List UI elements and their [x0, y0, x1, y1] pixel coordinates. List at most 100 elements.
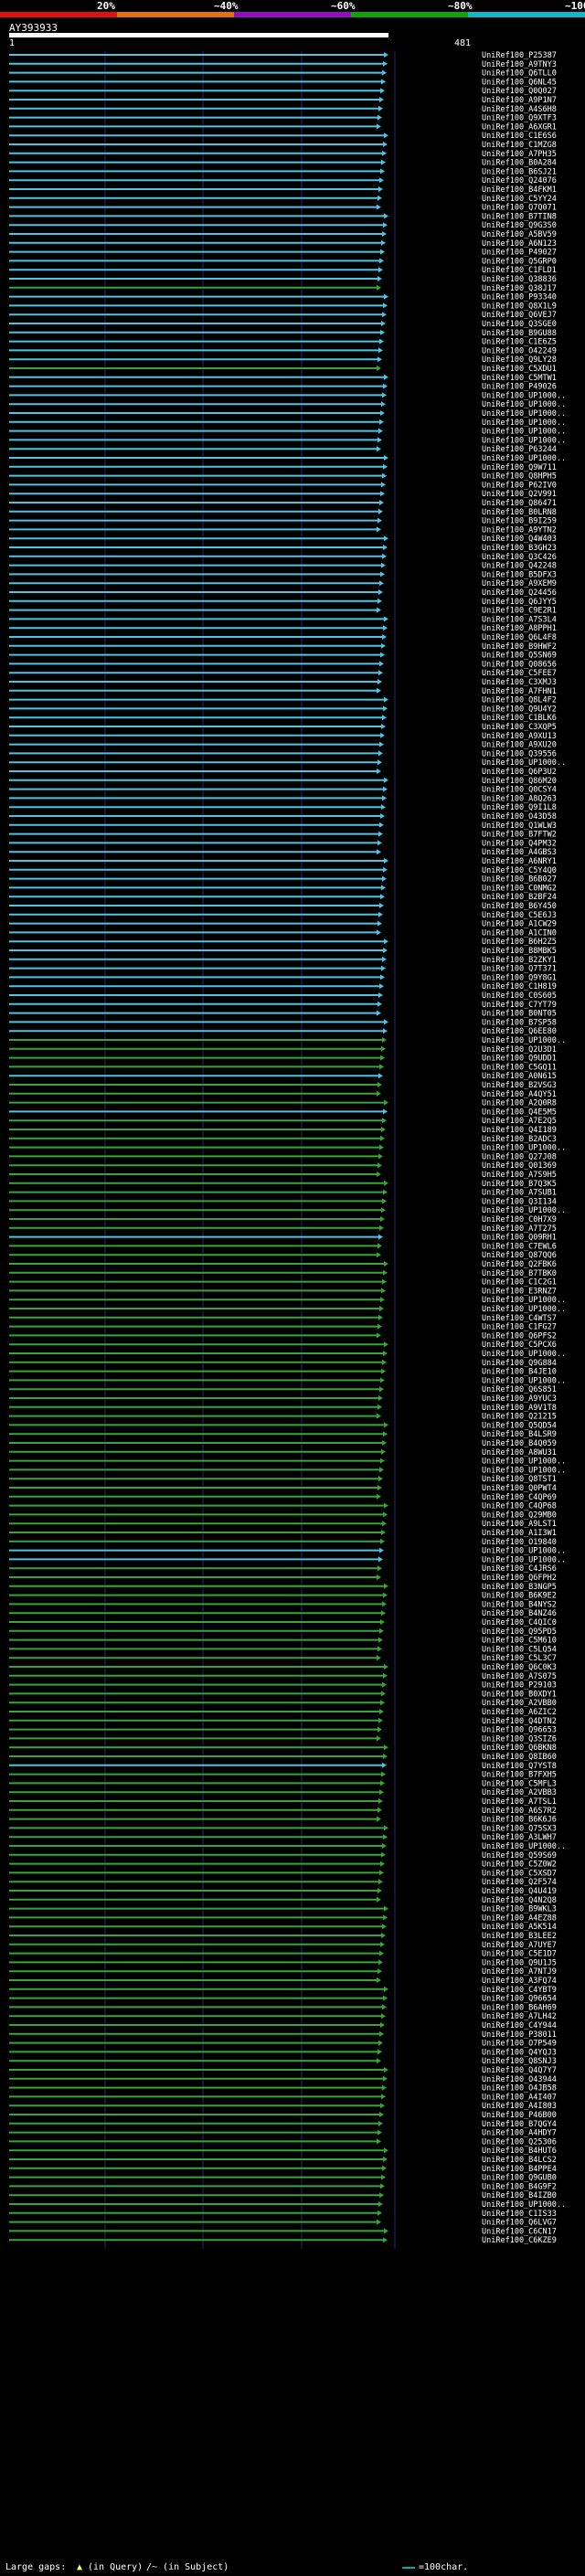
- hit-row[interactable]: UniRef100_UP1000..: [9, 391, 566, 400]
- hit-row[interactable]: UniRef100_Q4I189: [9, 1126, 557, 1135]
- hit-row[interactable]: UniRef100_B4NZ46: [9, 1609, 557, 1618]
- hit-row[interactable]: UniRef100_Q24456: [9, 588, 557, 598]
- hit-row[interactable]: UniRef100_E3RNZ7: [9, 1287, 557, 1296]
- hit-row[interactable]: UniRef100_A7PH35: [9, 150, 557, 159]
- hit-row[interactable]: UniRef100_B6K9E2: [9, 1592, 557, 1601]
- hit-row[interactable]: UniRef100_A4EZ88: [9, 1913, 557, 1923]
- hit-row[interactable]: UniRef100_Q8TST1: [9, 1475, 557, 1484]
- hit-row[interactable]: UniRef100_B9GU88: [9, 329, 557, 338]
- hit-row[interactable]: UniRef100_P93340: [9, 293, 557, 302]
- hit-row[interactable]: UniRef100_B3GH23: [9, 544, 557, 553]
- hit-row[interactable]: UniRef100_C3XMJ3: [9, 678, 557, 687]
- hit-row[interactable]: UniRef100_Q6S851: [9, 1385, 557, 1394]
- hit-row[interactable]: UniRef100_P29103: [9, 1681, 557, 1691]
- hit-row[interactable]: UniRef100_B0A284: [9, 159, 557, 168]
- hit-row[interactable]: UniRef100_Q5QD54: [9, 1421, 557, 1430]
- hit-row[interactable]: UniRef100_Q9UDD1: [9, 1055, 557, 1064]
- hit-row[interactable]: UniRef100_A8WU31: [9, 1448, 557, 1458]
- hit-row[interactable]: UniRef100_B0LRN8: [9, 508, 557, 517]
- hit-row[interactable]: UniRef100_O42249: [9, 346, 557, 355]
- hit-row[interactable]: UniRef100_C3XQP5: [9, 723, 557, 732]
- hit-row[interactable]: UniRef100_B9I259: [9, 517, 557, 526]
- hit-row[interactable]: UniRef100_O19840: [9, 1538, 557, 1547]
- hit-row[interactable]: UniRef100_UP1000..: [9, 1036, 566, 1045]
- hit-row[interactable]: UniRef100_B7TIN8: [9, 212, 557, 221]
- hit-row[interactable]: UniRef100_A7NTJ9: [9, 1967, 557, 1977]
- hit-row[interactable]: UniRef100_B7FTW2: [9, 831, 557, 840]
- hit-row[interactable]: UniRef100_UP1000..: [9, 1206, 566, 1215]
- hit-row[interactable]: UniRef100_Q27J08: [9, 1152, 557, 1161]
- hit-row[interactable]: UniRef100_C5PCX6: [9, 1341, 557, 1350]
- hit-row[interactable]: UniRef100_A3LWH7: [9, 1833, 557, 1842]
- hit-row[interactable]: UniRef100_P38011: [9, 2030, 557, 2040]
- hit-row[interactable]: UniRef100_Q4E5M5: [9, 1108, 557, 1117]
- hit-row[interactable]: UniRef100_Q25306: [9, 2137, 557, 2147]
- hit-row[interactable]: UniRef100_UP1000..: [9, 1296, 566, 1305]
- hit-row[interactable]: UniRef100_P46B00: [9, 2111, 557, 2120]
- hit-row[interactable]: UniRef100_Q9XTF3: [9, 114, 557, 123]
- hit-row[interactable]: UniRef100_Q4DTN2: [9, 1717, 557, 1726]
- hit-row[interactable]: UniRef100_C6KZE9: [9, 2236, 557, 2245]
- hit-row[interactable]: UniRef100_B2BF24: [9, 893, 557, 902]
- hit-row[interactable]: UniRef100_Q9Y8G1: [9, 973, 557, 982]
- hit-row[interactable]: UniRef100_C1MZG8: [9, 141, 557, 150]
- hit-row[interactable]: UniRef100_C1C2G1: [9, 1278, 557, 1288]
- hit-row[interactable]: UniRef100_B4LSR9: [9, 1430, 557, 1439]
- hit-row[interactable]: UniRef100_C5FEE7: [9, 669, 557, 678]
- hit-row[interactable]: UniRef100_Q5GRP0: [9, 257, 557, 266]
- hit-row[interactable]: UniRef100_P62IV0: [9, 481, 557, 490]
- hit-row[interactable]: UniRef100_Q6BKN8: [9, 1744, 557, 1753]
- hit-row[interactable]: UniRef100_B6Y450: [9, 902, 557, 911]
- hit-row[interactable]: UniRef100_UP1000..: [9, 1458, 566, 1467]
- hit-row[interactable]: UniRef100_C4QIC0: [9, 1618, 557, 1627]
- hit-row[interactable]: UniRef100_UP1000..: [9, 1555, 566, 1564]
- hit-row[interactable]: UniRef100_C5LQ54: [9, 1645, 557, 1654]
- hit-row[interactable]: UniRef100_Q9U1J5: [9, 1958, 557, 1967]
- hit-row[interactable]: UniRef100_A2VBB3: [9, 1788, 557, 1797]
- hit-row[interactable]: UniRef100_Q08656: [9, 660, 557, 669]
- hit-row[interactable]: UniRef100_P63244: [9, 445, 557, 454]
- hit-row[interactable]: UniRef100_C4QP68: [9, 1502, 557, 1511]
- hit-row[interactable]: UniRef100_A6NRY1: [9, 857, 557, 866]
- hit-row[interactable]: UniRef100_C1FLD1: [9, 266, 557, 275]
- hit-row[interactable]: UniRef100_Q8IB60: [9, 1753, 557, 1762]
- hit-row[interactable]: UniRef100_B0NT05: [9, 1010, 557, 1019]
- hit-row[interactable]: UniRef100_C5XDU1: [9, 365, 557, 374]
- hit-row[interactable]: UniRef100_C5Y4Q0: [9, 866, 557, 875]
- hit-row[interactable]: UniRef100_Q6P3U2: [9, 768, 557, 777]
- hit-row[interactable]: UniRef100_P25387: [9, 51, 557, 60]
- hit-row[interactable]: UniRef100_B4G9F2: [9, 2182, 557, 2191]
- hit-row[interactable]: UniRef100_B2ZKY1: [9, 956, 557, 965]
- hit-row[interactable]: UniRef100_UP1000..: [9, 428, 566, 437]
- hit-row[interactable]: UniRef100_O43944: [9, 2075, 557, 2084]
- hit-row[interactable]: UniRef100_C1BLK6: [9, 714, 557, 723]
- hit-row[interactable]: UniRef100_A4S6H8: [9, 105, 557, 114]
- hit-row[interactable]: UniRef100_B6B027: [9, 875, 557, 885]
- hit-row[interactable]: UniRef100_Q6C0K3: [9, 1663, 557, 1672]
- hit-row[interactable]: UniRef100_Q59S69: [9, 1851, 557, 1860]
- hit-row[interactable]: UniRef100_A3FQ74: [9, 1977, 557, 1986]
- hit-row[interactable]: UniRef100_A7SUB1: [9, 1189, 557, 1198]
- hit-row[interactable]: UniRef100_B4PPE4: [9, 2165, 557, 2174]
- hit-row[interactable]: UniRef100_Q6JYY5: [9, 598, 557, 607]
- hit-row[interactable]: UniRef100_Q8X1L9: [9, 302, 557, 311]
- hit-row[interactable]: UniRef100_UP1000..: [9, 1376, 566, 1385]
- hit-row[interactable]: UniRef100_C6CN17: [9, 2227, 557, 2236]
- hit-row[interactable]: UniRef100_C4JRS6: [9, 1564, 557, 1574]
- hit-row[interactable]: UniRef100_UP1000..: [9, 436, 566, 445]
- hit-row[interactable]: UniRef100_Q3I134: [9, 1197, 557, 1206]
- hit-row[interactable]: UniRef100_A6S7R2: [9, 1807, 557, 1816]
- hit-row[interactable]: UniRef100_C1E6Z5: [9, 338, 557, 347]
- hit-row[interactable]: UniRef100_B6H2Z5: [9, 938, 557, 947]
- hit-row[interactable]: UniRef100_C1IS33: [9, 2210, 557, 2219]
- hit-row[interactable]: UniRef100_A9V1T8: [9, 1404, 557, 1413]
- hit-row[interactable]: UniRef100_B8MBK5: [9, 947, 557, 956]
- hit-row[interactable]: UniRef100_A5BV59: [9, 230, 557, 239]
- hit-row[interactable]: UniRef100_UP1000..: [9, 419, 566, 428]
- hit-row[interactable]: UniRef100_Q7T371: [9, 965, 557, 974]
- hit-row[interactable]: UniRef100_B4HUT6: [9, 2147, 557, 2156]
- hit-row[interactable]: UniRef100_Q8HPH5: [9, 472, 557, 482]
- hit-row[interactable]: UniRef100_C1E6S6: [9, 132, 557, 141]
- hit-row[interactable]: UniRef100_B7TBK0: [9, 1269, 557, 1278]
- hit-row[interactable]: UniRef100_O43D58: [9, 812, 557, 822]
